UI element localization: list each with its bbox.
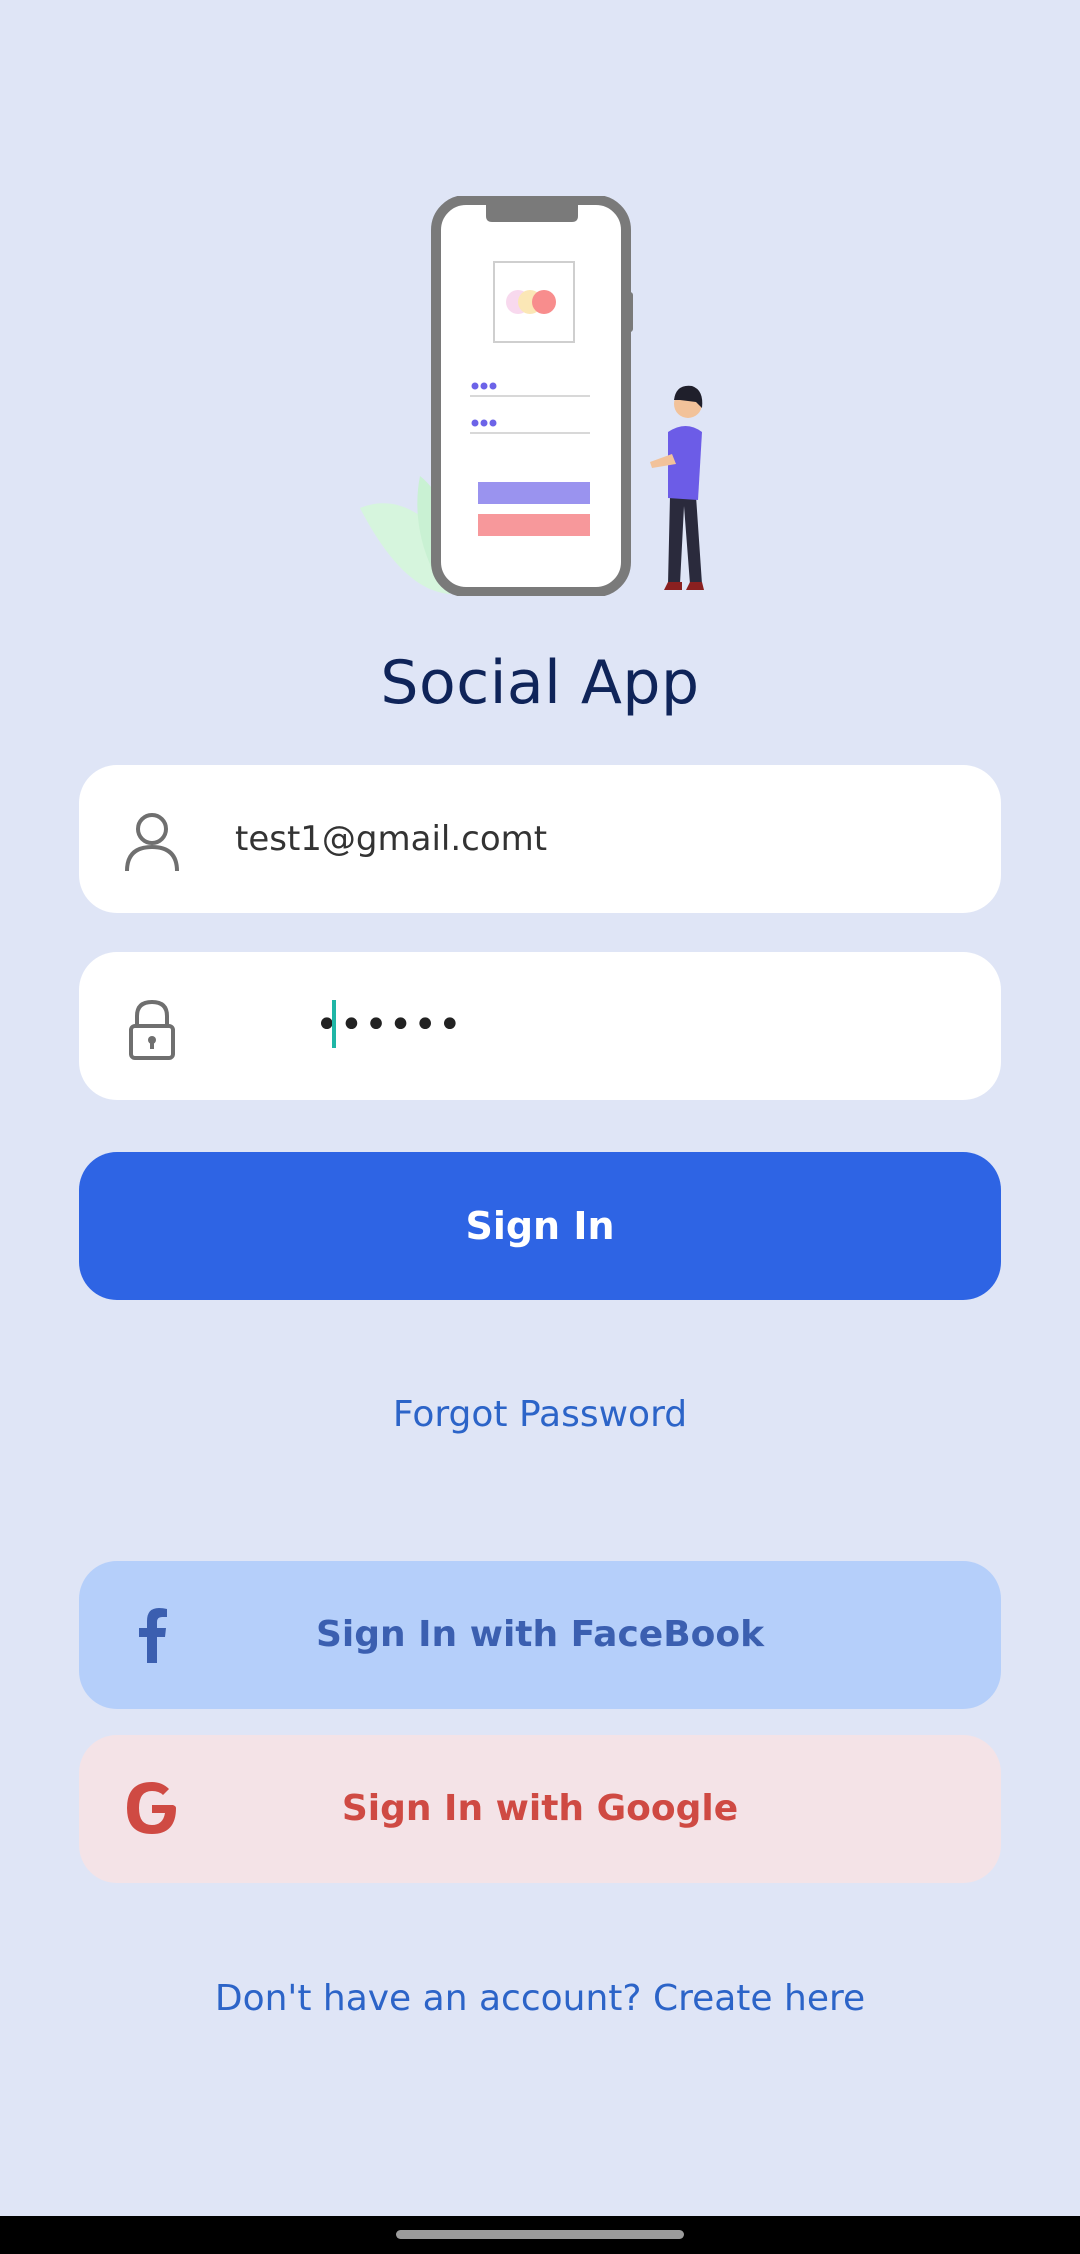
facebook-signin-button[interactable]: Sign In with FaceBook: [79, 1561, 1001, 1709]
system-navigation-bar: [0, 2216, 1080, 2254]
person-figure: [650, 385, 704, 590]
password-field[interactable]: ••••••: [79, 952, 1001, 1100]
password-input[interactable]: ••••••: [315, 1002, 463, 1048]
facebook-icon: [139, 1608, 167, 1663]
app-title: Social App: [380, 648, 700, 718]
phone-notch: [486, 200, 578, 222]
email-input[interactable]: [235, 765, 955, 913]
google-icon: [127, 1782, 176, 1834]
sign-in-button[interactable]: Sign In: [79, 1152, 1001, 1300]
text-caret: [332, 1000, 336, 1048]
facebook-signin-label: Sign In with FaceBook: [315, 1614, 765, 1655]
google-signin-button[interactable]: Sign In with Google: [79, 1735, 1001, 1883]
phone-bar-red: [478, 514, 590, 536]
login-illustration: [360, 196, 704, 596]
lock-icon: [129, 999, 175, 1060]
user-icon: [125, 813, 179, 872]
forgot-password-link[interactable]: Forgot Password: [0, 1394, 1080, 1435]
home-gesture-handle[interactable]: [396, 2230, 684, 2239]
phone-bar-purple: [478, 482, 590, 504]
create-account-link[interactable]: Don't have an account? Create here: [0, 1978, 1080, 2019]
google-signin-label: Sign In with Google: [341, 1788, 739, 1829]
phone-side-button: [626, 292, 633, 332]
email-field[interactable]: [79, 765, 1001, 913]
